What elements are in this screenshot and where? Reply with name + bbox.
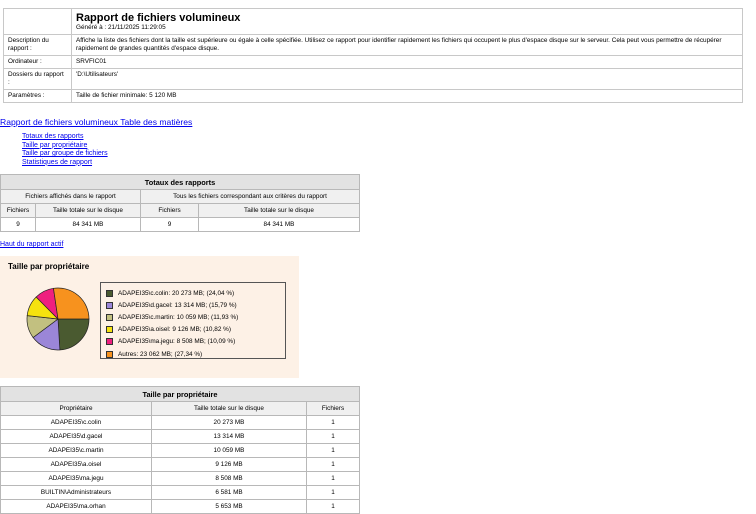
table-row: BUILTIN\Administrateurs 6 581 MB 1 bbox=[0, 485, 360, 500]
owners-col-owner: Propriétaire bbox=[0, 401, 152, 416]
totals-files-value: 9 bbox=[0, 217, 36, 232]
legend-label: ADAPEI35\ma.jegu: 8 508 MB; (10,09 %) bbox=[118, 338, 236, 346]
totals-size-all-value: 84 341 MB bbox=[198, 217, 360, 232]
owner-cell: ADAPEI35\ma.jegu bbox=[0, 471, 152, 486]
legend-item: ADAPEI35\c.colin: 20 273 MB; (24,04 %) bbox=[106, 287, 285, 299]
description-label: Description du rapport : bbox=[3, 34, 72, 56]
legend-item: ADAPEI35\c.martin: 10 059 MB; (11,93 %) bbox=[106, 311, 285, 323]
table-row: ADAPEI35\a.oisel 9 126 MB 1 bbox=[0, 457, 360, 472]
totals-group-all: Tous les fichiers correspondant aux crit… bbox=[140, 189, 360, 204]
toc-link-taille-groupe[interactable]: Taille par groupe de fichiers bbox=[22, 150, 108, 159]
files-cell: 1 bbox=[306, 457, 360, 472]
totals-col-files-all: Fichiers bbox=[140, 203, 199, 218]
back-to-top-link[interactable]: Haut du rapport actif bbox=[0, 241, 63, 248]
report-info-table: Rapport de fichiers volumineux Généré à … bbox=[3, 8, 743, 103]
files-cell: 1 bbox=[306, 415, 360, 430]
legend-swatch bbox=[106, 350, 113, 358]
report-title: Rapport de fichiers volumineux bbox=[76, 12, 241, 24]
parameters-value: Taille de fichier minimale: 5 120 MB bbox=[71, 89, 743, 103]
files-cell: 1 bbox=[306, 443, 360, 458]
legend-label: ADAPEI35\c.colin: 20 273 MB; (24,04 %) bbox=[118, 289, 235, 297]
legend-swatch bbox=[106, 338, 113, 346]
toc-link-statistiques[interactable]: Statistiques de rapport bbox=[22, 159, 108, 168]
files-cell: 1 bbox=[306, 485, 360, 500]
table-row: ADAPEI35\c.martin 10 059 MB 1 bbox=[0, 443, 360, 458]
info-blank-cell bbox=[3, 8, 72, 35]
totals-col-size: Taille totale sur le disque bbox=[35, 203, 141, 218]
legend-swatch bbox=[106, 326, 113, 334]
toc-link-totaux[interactable]: Totaux des rapports bbox=[22, 133, 108, 142]
owner-cell: ADAPEI35\a.oisel bbox=[0, 457, 152, 472]
size-cell: 6 581 MB bbox=[151, 485, 307, 500]
legend-item: ADAPEI35\a.oisel: 9 126 MB; (10,82 %) bbox=[106, 324, 285, 336]
folders-value: 'D:\Utilisateurs' bbox=[71, 68, 743, 90]
computer-value: SRVFIC01 bbox=[71, 55, 743, 69]
report-generated-date: Généré à : 21/11/2025 11:29:05 bbox=[76, 24, 166, 31]
toc-link-taille-proprietaire[interactable]: Taille par propriétaire bbox=[22, 142, 108, 151]
chart-title: Taille par propriétaire bbox=[8, 262, 90, 271]
totals-title: Totaux des rapports bbox=[0, 174, 360, 190]
toc-title-link[interactable]: Rapport de fichiers volumineux Table des… bbox=[0, 117, 192, 127]
owner-cell: ADAPEI35\c.martin bbox=[0, 443, 152, 458]
files-cell: 1 bbox=[306, 471, 360, 486]
owner-pie-chart bbox=[26, 287, 90, 351]
table-row: ADAPEI35\ma.orhan 5 653 MB 1 bbox=[0, 499, 360, 514]
report-totals-table: Totaux des rapports Fichiers affichés da… bbox=[0, 174, 360, 232]
size-cell: 10 059 MB bbox=[151, 443, 307, 458]
totals-size-value: 84 341 MB bbox=[35, 217, 141, 232]
legend-label: ADAPEI35\d.gacel: 13 314 MB; (15,79 %) bbox=[118, 301, 237, 309]
chart-legend: ADAPEI35\c.colin: 20 273 MB; (24,04 %) A… bbox=[100, 282, 286, 359]
owners-col-files: Fichiers bbox=[306, 401, 360, 416]
files-cell: 1 bbox=[306, 499, 360, 514]
owner-cell: BUILTIN\Administrateurs bbox=[0, 485, 152, 500]
totals-group-displayed: Fichiers affichés dans le rapport bbox=[0, 189, 141, 204]
size-cell: 5 653 MB bbox=[151, 499, 307, 514]
toc-links: Totaux des rapports Taille par propriéta… bbox=[22, 133, 108, 167]
owner-cell: ADAPEI35\ma.orhan bbox=[0, 499, 152, 514]
size-cell: 20 273 MB bbox=[151, 415, 307, 430]
owners-table-body: ADAPEI35\c.colin 20 273 MB 1 ADAPEI35\d.gac… bbox=[0, 415, 360, 514]
totals-files-all-value: 9 bbox=[140, 217, 199, 232]
legend-item: Autres: 23 062 MB; (27,34 %) bbox=[106, 348, 285, 360]
size-cell: 8 508 MB bbox=[151, 471, 307, 486]
pie-slice bbox=[57, 318, 90, 351]
legend-label: ADAPEI35\a.oisel: 9 126 MB; (10,82 %) bbox=[118, 326, 231, 334]
owner-cell: ADAPEI35\d.gacel bbox=[0, 429, 152, 444]
report-title-cell: Rapport de fichiers volumineux Généré à … bbox=[71, 8, 743, 35]
owner-cell: ADAPEI35\c.colin bbox=[0, 415, 152, 430]
legend-label: ADAPEI35\c.martin: 10 059 MB; (11,93 %) bbox=[118, 313, 239, 321]
legend-label: Autres: 23 062 MB; (27,34 %) bbox=[118, 350, 203, 358]
pie-slice bbox=[53, 287, 90, 320]
description-value: Affiche la liste des fichiers dont la ta… bbox=[71, 34, 743, 56]
legend-item: ADAPEI35\d.gacel: 13 314 MB; (15,79 %) bbox=[106, 299, 285, 311]
legend-item: ADAPEI35\ma.jegu: 8 508 MB; (10,09 %) bbox=[106, 336, 285, 348]
size-cell: 13 314 MB bbox=[151, 429, 307, 444]
size-cell: 9 126 MB bbox=[151, 457, 307, 472]
owner-size-table: Taille par propriétaire Propriétaire Tai… bbox=[0, 386, 360, 514]
legend-swatch bbox=[106, 313, 113, 321]
table-row: ADAPEI35\ma.jegu 8 508 MB 1 bbox=[0, 471, 360, 486]
totals-col-files: Fichiers bbox=[0, 203, 36, 218]
legend-swatch bbox=[106, 301, 113, 309]
folders-label: Dossiers du rapport : bbox=[3, 68, 72, 90]
owners-table-title: Taille par propriétaire bbox=[0, 386, 360, 402]
files-cell: 1 bbox=[306, 429, 360, 444]
owners-col-size: Taille totale sur le disque bbox=[151, 401, 307, 416]
parameters-label: Paramètres : bbox=[3, 89, 72, 103]
totals-col-size-all: Taille totale sur le disque bbox=[198, 203, 360, 218]
legend-swatch bbox=[106, 289, 113, 297]
table-row: ADAPEI35\c.colin 20 273 MB 1 bbox=[0, 415, 360, 430]
computer-label: Ordinateur : bbox=[3, 55, 72, 69]
table-row: ADAPEI35\d.gacel 13 314 MB 1 bbox=[0, 429, 360, 444]
